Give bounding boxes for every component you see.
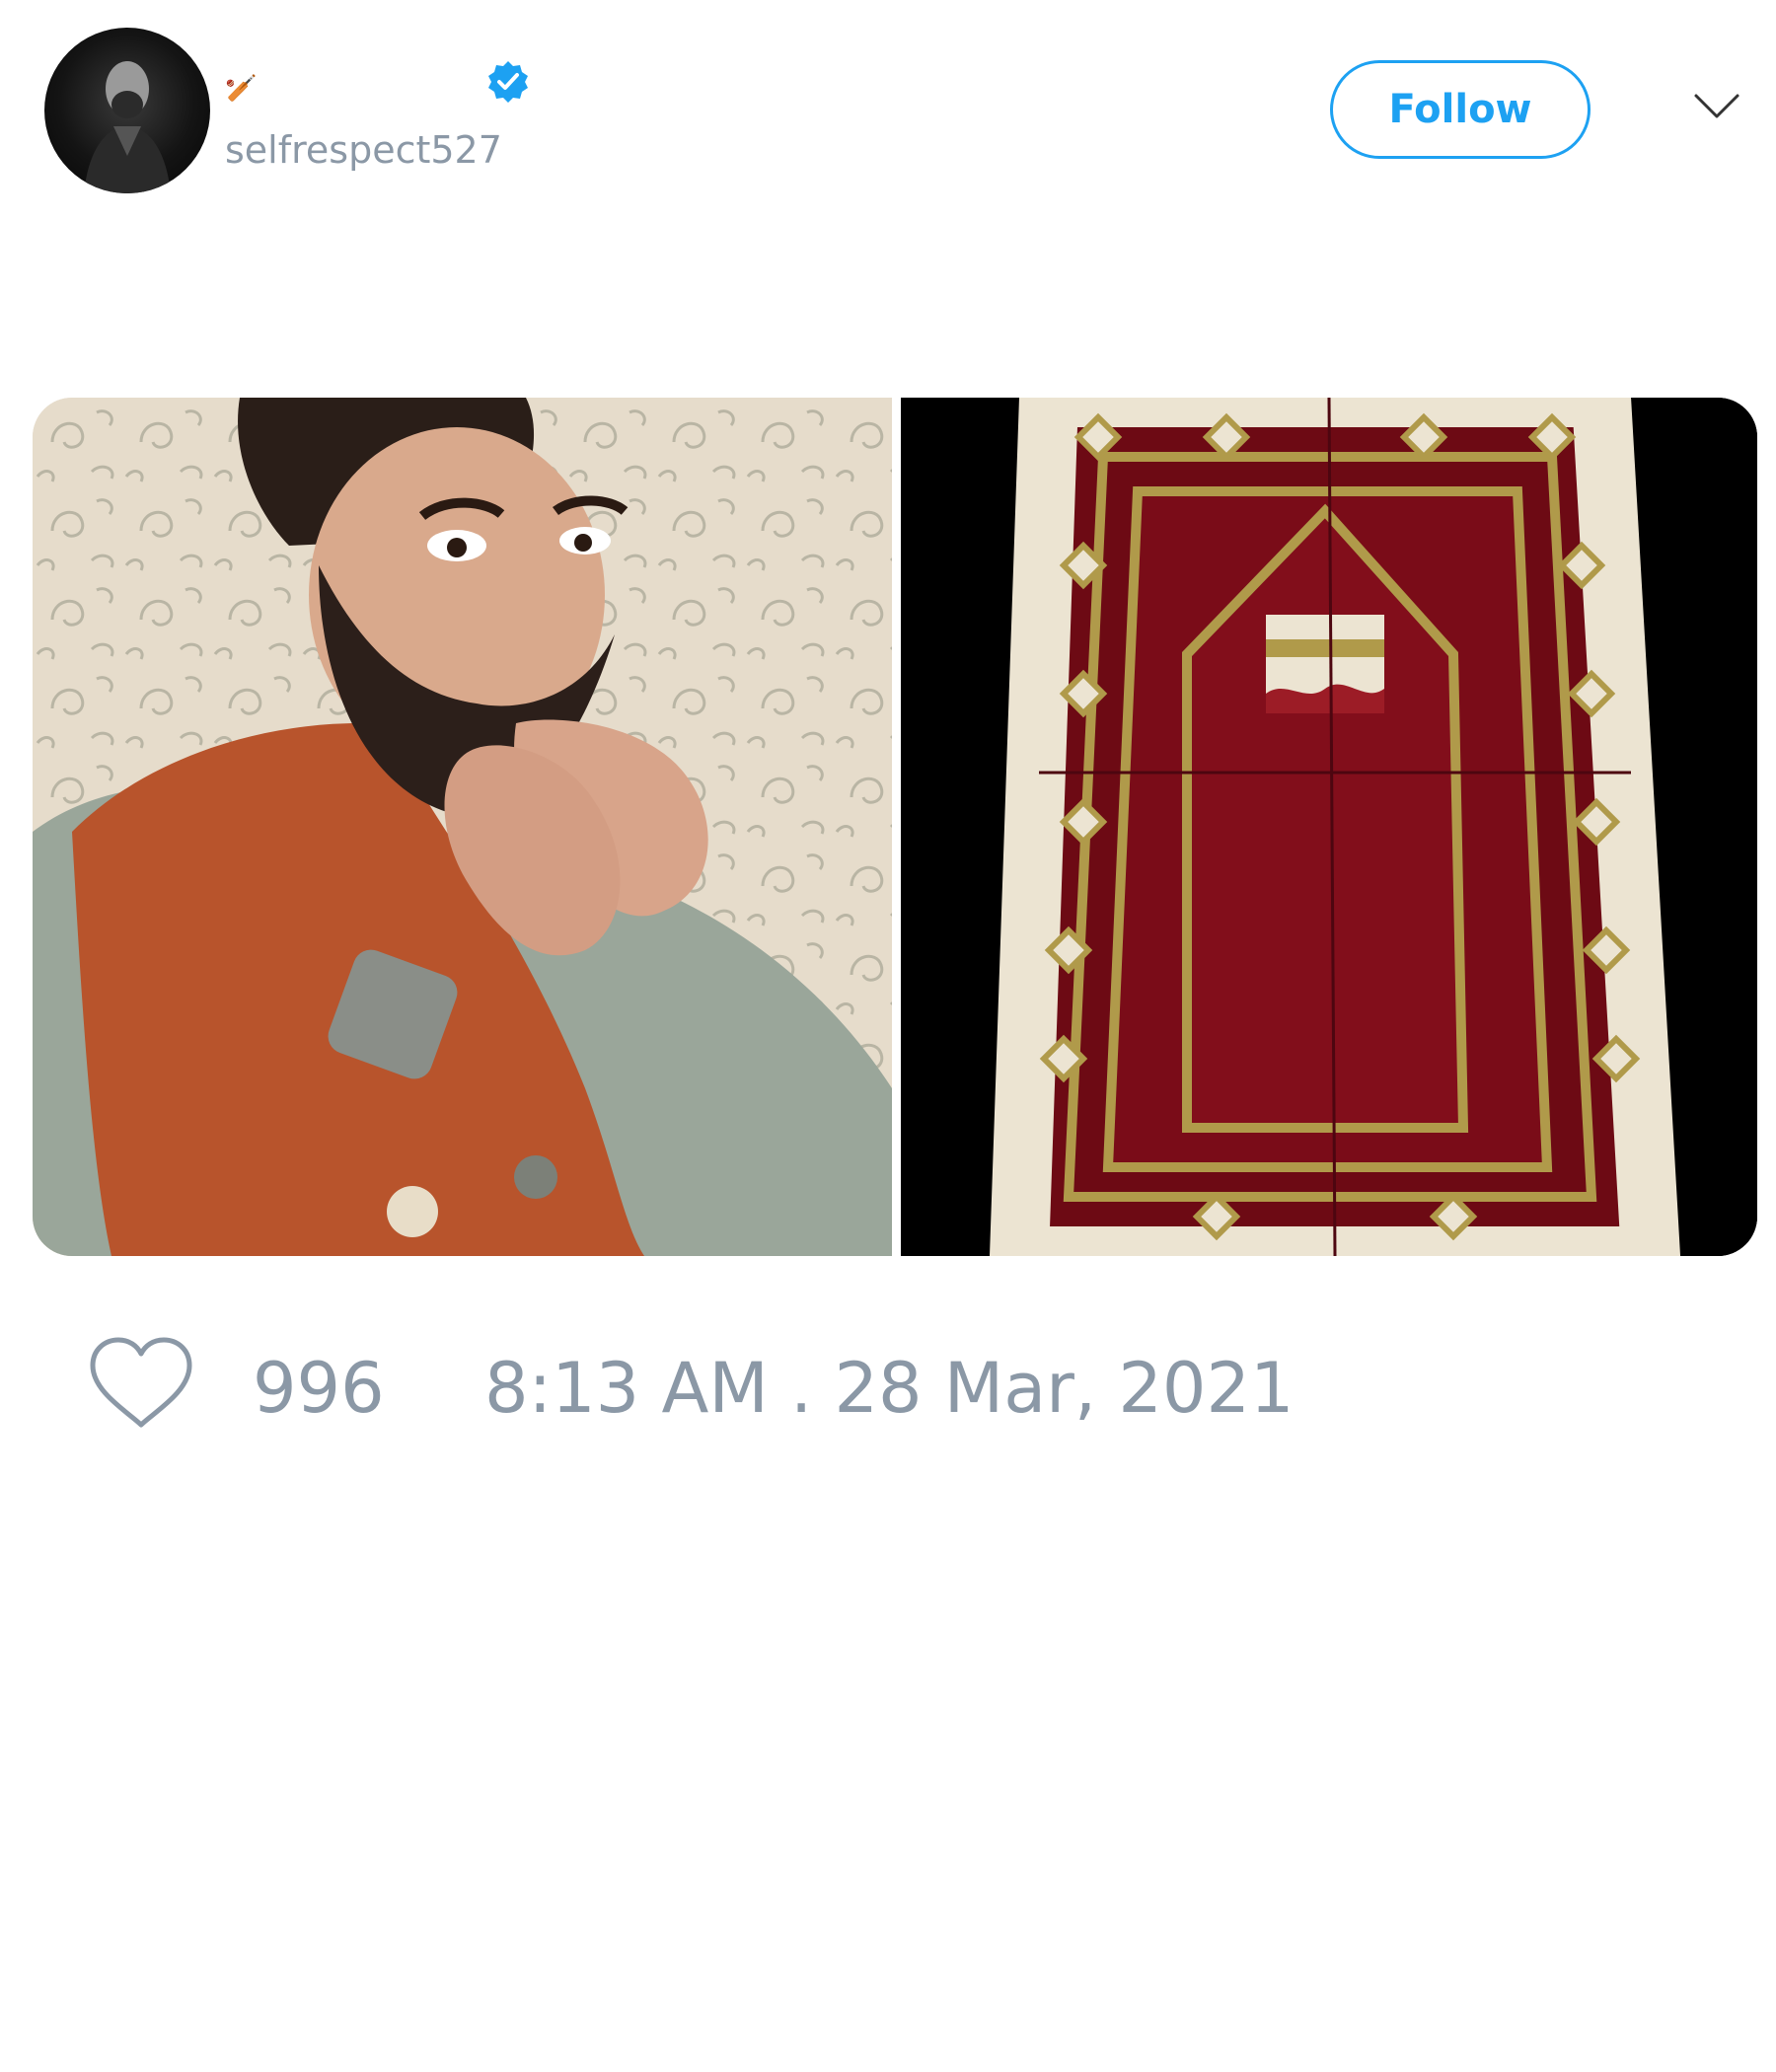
display-name-emoji: 🏏 [225, 74, 258, 104]
like-count: 996 [253, 1348, 385, 1429]
avatar-photo [84, 61, 171, 193]
chevron-down-icon[interactable] [1693, 91, 1740, 122]
verified-badge-icon [485, 59, 531, 105]
author-display-name[interactable]: 🏏 [225, 59, 257, 107]
tweet-media[interactable] [33, 398, 1757, 1256]
tweet-footer: 996 8:13 AM . 28 Mar, 2021 [87, 1334, 1665, 1433]
heart-icon[interactable] [87, 1334, 195, 1433]
media-photo-man[interactable] [33, 398, 892, 1256]
follow-button[interactable]: Follow [1330, 60, 1591, 159]
author-avatar[interactable] [44, 28, 210, 193]
tweet-timestamp[interactable]: 8:13 AM . 28 Mar, 2021 [484, 1348, 1295, 1429]
media-photo-prayer-rug[interactable] [901, 398, 1757, 1256]
author-handle[interactable]: selfrespect527 [225, 128, 502, 172]
